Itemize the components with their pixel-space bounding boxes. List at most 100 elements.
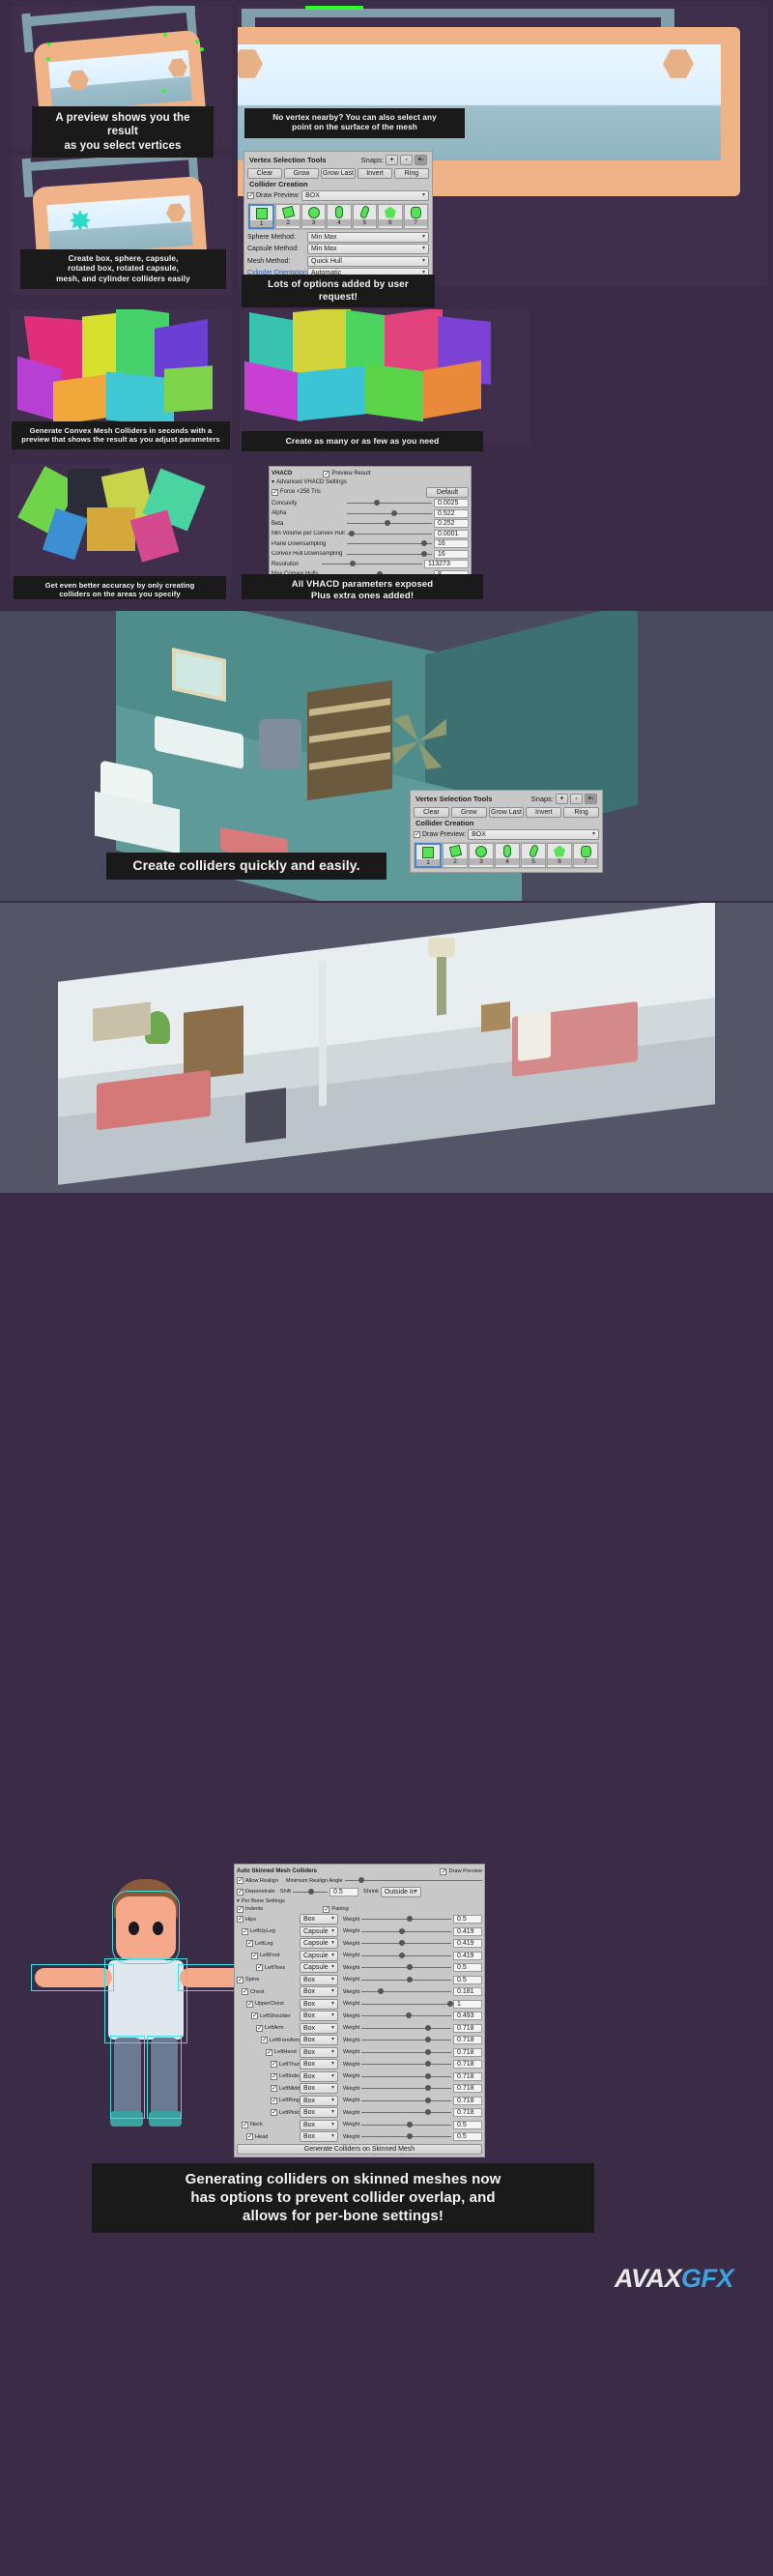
allow-realign-checkbox[interactable] [237, 1876, 243, 1884]
bone-enabled-checkbox[interactable] [256, 2024, 263, 2032]
bone-enabled-checkbox[interactable] [242, 1927, 248, 1935]
bone-collider-type-dropdown[interactable]: Box [300, 2035, 338, 2045]
shape-button-sphere[interactable]: 3 [301, 204, 327, 229]
shape-button-rotated-box[interactable]: 2 [275, 204, 301, 229]
bone-weight-value[interactable]: 0.718 [453, 2084, 482, 2093]
min-volume-value[interactable]: 0.0001 [434, 529, 469, 538]
shape-button-sphere[interactable]: 3 [469, 843, 494, 868]
shape-button-box[interactable]: 1 [248, 204, 275, 229]
bone-collider-type-dropdown[interactable]: Box [300, 2107, 338, 2118]
bone-collider-type-dropdown[interactable]: Capsule [300, 1938, 338, 1949]
snap-minus-button[interactable]: - [570, 794, 583, 804]
bone-weight-value[interactable]: 0.5 [453, 1975, 482, 1984]
bone-enabled-checkbox[interactable] [271, 2097, 277, 2104]
bone-weight-value[interactable]: 0.718 [453, 2047, 482, 2057]
mesh-method-dropdown[interactable]: Quick Hull [307, 255, 429, 267]
bone-weight-slider[interactable] [361, 2132, 451, 2141]
viewport-convex-preview-right[interactable] [240, 309, 530, 445]
advanced-settings-foldout[interactable]: ▾ Advanced VHACD Settings [272, 478, 469, 486]
bone-collider-type-dropdown[interactable]: Capsule [300, 1950, 338, 1961]
bone-weight-value[interactable]: 0.5 [453, 2132, 482, 2141]
bone-weight-slider[interactable] [361, 2084, 451, 2093]
viewport-area-specific[interactable] [10, 464, 232, 580]
bone-collider-type-dropdown[interactable]: Box [300, 2119, 338, 2130]
draw-preview-dropdown[interactable]: BOX [301, 190, 429, 201]
bone-collider-type-dropdown[interactable]: Box [300, 2046, 338, 2058]
bathroom-vertex-inspector[interactable]: Vertex Selection Tools Snaps: + - +- Cle… [410, 790, 603, 873]
indents-checkbox[interactable] [237, 1905, 243, 1913]
per-bone-foldout[interactable]: ▾ Per Bone Settings [237, 1898, 482, 1904]
min-volume-slider[interactable] [347, 530, 432, 538]
bone-weight-slider[interactable] [361, 1987, 451, 1996]
bone-enabled-checkbox[interactable] [246, 2000, 253, 2008]
bone-weight-value[interactable]: 0.419 [453, 1951, 482, 1960]
bone-enabled-checkbox[interactable] [271, 2108, 277, 2116]
bone-weight-slider[interactable] [361, 1927, 451, 1936]
invert-button[interactable]: Invert [526, 806, 562, 818]
bone-collider-type-dropdown[interactable]: Box [300, 1986, 338, 1997]
bone-enabled-checkbox[interactable] [251, 2012, 258, 2019]
selected-vertex[interactable] [195, 40, 199, 43]
bone-enabled-checkbox[interactable] [237, 1976, 243, 1983]
capsule-method-dropdown[interactable]: Min Max [307, 244, 429, 254]
ring-button[interactable]: Ring [394, 167, 429, 179]
bone-weight-value[interactable]: 1 [453, 1999, 482, 2009]
snap-minus-button[interactable]: - [400, 155, 413, 165]
bone-weight-slider[interactable] [361, 2072, 451, 2081]
shape-button-rotated-capsule[interactable]: 5 [521, 843, 546, 868]
bone-weight-slider[interactable] [361, 2121, 451, 2129]
ring-button[interactable]: Ring [563, 806, 599, 818]
bone-weight-slider[interactable] [361, 2097, 451, 2105]
bone-weight-slider[interactable] [361, 2024, 451, 2033]
bone-weight-value[interactable]: 0.718 [453, 2023, 482, 2033]
bone-collider-type-dropdown[interactable]: Capsule [300, 1925, 338, 1937]
concavity-value[interactable]: 0.0025 [434, 499, 469, 507]
snap-plusminus-button[interactable]: +- [415, 155, 427, 165]
concavity-slider[interactable] [347, 499, 432, 507]
bone-weight-value[interactable]: 0.5 [453, 1963, 482, 1972]
clear-button[interactable]: Clear [247, 167, 282, 179]
draw-preview-checkbox[interactable] [414, 830, 420, 838]
convex-hull-downsampling-value[interactable]: 16 [434, 549, 469, 559]
bone-weight-slider[interactable] [361, 2036, 451, 2044]
draw-preview-dropdown[interactable]: BOX [468, 829, 599, 840]
shape-button-cylinder[interactable]: 7 [403, 204, 428, 229]
grow-button[interactable]: Grow [450, 806, 487, 818]
bone-weight-slider[interactable] [361, 2000, 454, 2009]
resolution-slider[interactable] [322, 560, 422, 568]
snap-plus-button[interactable]: + [386, 155, 398, 165]
plane-downsampling-value[interactable]: 16 [434, 539, 469, 548]
bone-weight-slider[interactable] [361, 1915, 451, 1924]
skinned-mesh-inspector[interactable]: Auto Skinned Mesh Colliders Draw Preview… [234, 1864, 485, 2157]
bone-collider-type-dropdown[interactable]: Box [300, 1974, 338, 1985]
bone-collider-type-dropdown[interactable]: Box [300, 2131, 338, 2142]
default-button[interactable]: Default [426, 486, 469, 498]
selected-vertex[interactable] [163, 33, 167, 37]
bone-weight-slider[interactable] [361, 1976, 451, 1984]
bone-collider-type-dropdown[interactable]: Box [300, 1914, 338, 1925]
generate-skinned-button[interactable]: Generate Colliders on Skinned Mesh [237, 2143, 482, 2155]
selected-vertex[interactable] [162, 89, 166, 93]
bone-enabled-checkbox[interactable] [237, 1915, 243, 1923]
snap-plusminus-button[interactable]: +- [585, 794, 597, 804]
convex-hull-downsampling-slider[interactable] [347, 550, 432, 559]
bone-collider-type-dropdown[interactable]: Box [300, 2022, 338, 2034]
bone-weight-slider[interactable] [361, 2012, 451, 2020]
shift-value[interactable]: 0.5 [329, 1887, 358, 1896]
bone-enabled-checkbox[interactable] [271, 2072, 277, 2080]
bone-weight-value[interactable]: 0.5 [453, 2120, 482, 2129]
clear-button[interactable]: Clear [414, 806, 449, 818]
bone-collider-type-dropdown[interactable]: Box [300, 2011, 338, 2021]
beta-value[interactable]: 0.252 [434, 519, 469, 528]
bone-collider-type-dropdown[interactable]: Box [300, 2083, 338, 2094]
force-tris-checkbox[interactable] [272, 488, 278, 496]
selected-vertex[interactable] [200, 47, 204, 51]
bone-weight-slider[interactable] [361, 2048, 451, 2057]
bone-enabled-checkbox[interactable] [246, 2132, 253, 2140]
bone-enabled-checkbox[interactable] [271, 2084, 277, 2092]
bone-weight-value[interactable]: 0.718 [453, 2036, 482, 2044]
bone-enabled-checkbox[interactable] [242, 1987, 248, 1995]
beta-slider[interactable] [347, 519, 432, 528]
bone-collider-type-dropdown[interactable]: Box [300, 2070, 338, 2082]
shape-button-mesh[interactable]: 6 [378, 204, 403, 229]
